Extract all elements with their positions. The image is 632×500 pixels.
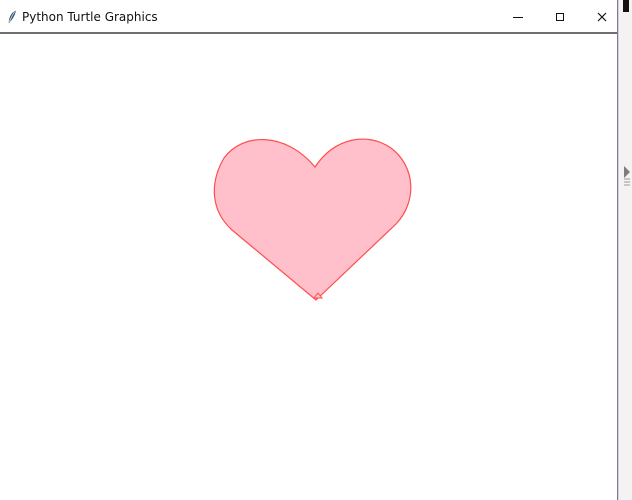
feather-icon xyxy=(8,10,16,24)
drawing-surface xyxy=(213,138,412,301)
minimize-button[interactable] xyxy=(496,0,540,34)
background-window-top-mark xyxy=(623,0,629,12)
close-icon xyxy=(597,12,607,22)
background-grip-icon xyxy=(624,178,630,186)
maximize-icon xyxy=(556,13,564,21)
maximize-button[interactable] xyxy=(538,0,582,34)
title-bar[interactable]: Python Turtle Graphics xyxy=(0,0,617,34)
background-window-edge xyxy=(618,0,632,500)
minimize-icon xyxy=(513,17,523,18)
window-title: Python Turtle Graphics xyxy=(22,10,158,24)
turtle-window: Python Turtle Graphics xyxy=(0,0,618,500)
turtle-canvas[interactable] xyxy=(0,34,617,500)
desktop-screen: Python Turtle Graphics xyxy=(0,0,632,500)
heart-icon xyxy=(213,138,412,301)
